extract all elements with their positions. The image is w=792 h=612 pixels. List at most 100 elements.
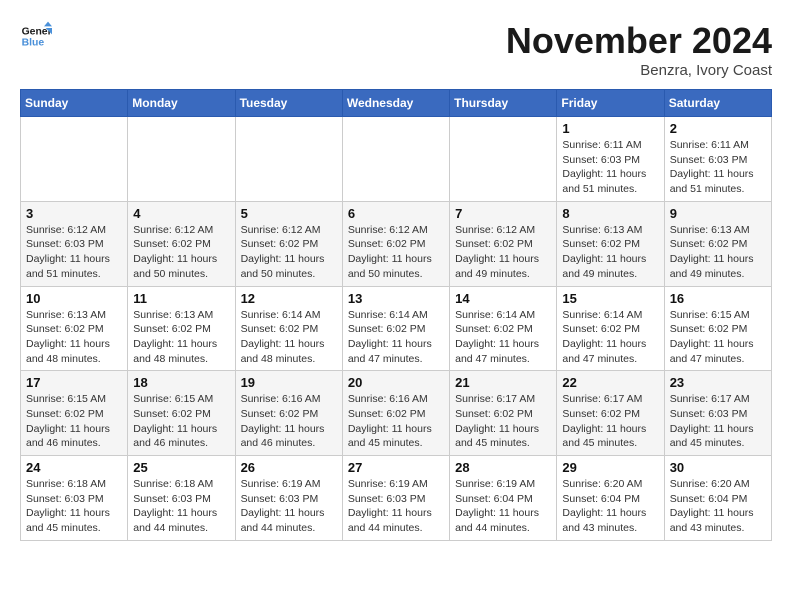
day-info: Sunrise: 6:17 AM Sunset: 6:02 PM Dayligh… — [562, 392, 658, 451]
day-header-tuesday: Tuesday — [235, 90, 342, 117]
day-info: Sunrise: 6:19 AM Sunset: 6:04 PM Dayligh… — [455, 477, 551, 536]
day-cell — [128, 117, 235, 202]
day-number: 21 — [455, 375, 551, 390]
week-row-1: 1 Sunrise: 6:11 AM Sunset: 6:03 PM Daylig… — [21, 117, 772, 202]
day-number: 27 — [348, 460, 444, 475]
day-cell: 13Sunrise: 6:14 AM Sunset: 6:02 PM Dayli… — [342, 286, 449, 371]
day-number: 17 — [26, 375, 122, 390]
day-cell: 8 Sunrise: 6:13 AM Sunset: 6:02 PM Daylig… — [557, 201, 664, 286]
day-cell: 6 Sunrise: 6:12 AM Sunset: 6:02 PM Daylig… — [342, 201, 449, 286]
logo-icon: General Blue — [20, 20, 52, 52]
header-row: SundayMondayTuesdayWednesdayThursdayFrid… — [21, 90, 772, 117]
day-info: Sunrise: 6:20 AM Sunset: 6:04 PM Dayligh… — [562, 477, 658, 536]
day-cell: 12 Sunrise: 6:14 AM Sunset: 6:02 PM Dayli… — [235, 286, 342, 371]
day-info: Sunrise: 6:15 AM Sunset: 6:02 PM Dayligh… — [133, 392, 229, 451]
day-number: 23 — [670, 375, 766, 390]
day-info: Sunrise: 6:15 AM Sunset: 6:02 PM Dayligh… — [670, 308, 766, 367]
day-number: 16 — [670, 291, 766, 306]
day-number: 29 — [562, 460, 658, 475]
day-cell: 23 Sunrise: 6:17 AM Sunset: 6:03 PM Dayli… — [664, 371, 771, 456]
location: Benzra, Ivory Coast — [506, 62, 772, 79]
day-header-sunday: Sunday — [21, 90, 128, 117]
day-info: Sunrise: 6:12 AM Sunset: 6:02 PM Dayligh… — [241, 223, 337, 282]
day-info: Sunrise: 6:17 AM Sunset: 6:02 PM Dayligh… — [455, 392, 551, 451]
day-info: Sunrise: 6:12 AM Sunset: 6:02 PM Dayligh… — [133, 223, 229, 282]
day-cell: 29 Sunrise: 6:20 AM Sunset: 6:04 PM Dayli… — [557, 456, 664, 541]
day-number: 3 — [26, 206, 122, 221]
day-number: 26 — [241, 460, 337, 475]
day-info: Sunrise: 6:14 AM Sunset: 6:02 PM Dayligh… — [562, 308, 658, 367]
week-row-4: 17 Sunrise: 6:15 AM Sunset: 6:02 PM Dayli… — [21, 371, 772, 456]
day-number: 1 — [562, 121, 658, 136]
day-info: Sunrise: 6:13 AM Sunset: 6:02 PM Dayligh… — [133, 308, 229, 367]
day-number: 22 — [562, 375, 658, 390]
day-number: 4 — [133, 206, 229, 221]
day-info: Sunrise: 6:15 AM Sunset: 6:02 PM Dayligh… — [26, 392, 122, 451]
day-number: 8 — [562, 206, 658, 221]
day-number: 25 — [133, 460, 229, 475]
day-header-friday: Friday — [557, 90, 664, 117]
day-number: 24 — [26, 460, 122, 475]
day-info: Sunrise: 6:12 AM Sunset: 6:02 PM Dayligh… — [348, 223, 444, 282]
day-cell: 10 Sunrise: 6:13 AM Sunset: 6:02 PM Dayli… — [21, 286, 128, 371]
day-cell: 30Sunrise: 6:20 AM Sunset: 6:04 PM Dayli… — [664, 456, 771, 541]
day-number: 14 — [455, 291, 551, 306]
day-cell: 15 Sunrise: 6:14 AM Sunset: 6:02 PM Dayli… — [557, 286, 664, 371]
month-title: November 2024 — [506, 20, 772, 62]
day-number: 2 — [670, 121, 766, 136]
day-number: 28 — [455, 460, 551, 475]
day-info: Sunrise: 6:16 AM Sunset: 6:02 PM Dayligh… — [241, 392, 337, 451]
day-info: Sunrise: 6:14 AM Sunset: 6:02 PM Dayligh… — [241, 308, 337, 367]
day-cell — [342, 117, 449, 202]
day-cell: 4 Sunrise: 6:12 AM Sunset: 6:02 PM Daylig… — [128, 201, 235, 286]
day-cell: 11 Sunrise: 6:13 AM Sunset: 6:02 PM Dayli… — [128, 286, 235, 371]
day-info: Sunrise: 6:17 AM Sunset: 6:03 PM Dayligh… — [670, 392, 766, 451]
logo: General Blue — [20, 20, 52, 52]
week-row-3: 10 Sunrise: 6:13 AM Sunset: 6:02 PM Dayli… — [21, 286, 772, 371]
day-cell: 9 Sunrise: 6:13 AM Sunset: 6:02 PM Daylig… — [664, 201, 771, 286]
day-cell: 5 Sunrise: 6:12 AM Sunset: 6:02 PM Daylig… — [235, 201, 342, 286]
day-cell: 21 Sunrise: 6:17 AM Sunset: 6:02 PM Dayli… — [450, 371, 557, 456]
week-row-5: 24 Sunrise: 6:18 AM Sunset: 6:03 PM Dayli… — [21, 456, 772, 541]
day-cell: 3Sunrise: 6:12 AM Sunset: 6:03 PM Daylig… — [21, 201, 128, 286]
day-number: 10 — [26, 291, 122, 306]
day-cell: 14 Sunrise: 6:14 AM Sunset: 6:02 PM Dayli… — [450, 286, 557, 371]
day-number: 6 — [348, 206, 444, 221]
day-info: Sunrise: 6:13 AM Sunset: 6:02 PM Dayligh… — [562, 223, 658, 282]
day-number: 15 — [562, 291, 658, 306]
day-number: 13 — [348, 291, 444, 306]
svg-text:Blue: Blue — [22, 38, 45, 49]
day-info: Sunrise: 6:14 AM Sunset: 6:02 PM Dayligh… — [455, 308, 551, 367]
day-cell: 1 Sunrise: 6:11 AM Sunset: 6:03 PM Daylig… — [557, 117, 664, 202]
day-cell: 28 Sunrise: 6:19 AM Sunset: 6:04 PM Dayli… — [450, 456, 557, 541]
day-cell: 25 Sunrise: 6:18 AM Sunset: 6:03 PM Dayli… — [128, 456, 235, 541]
day-cell: 24 Sunrise: 6:18 AM Sunset: 6:03 PM Dayli… — [21, 456, 128, 541]
day-cell — [21, 117, 128, 202]
day-cell — [235, 117, 342, 202]
day-number: 20 — [348, 375, 444, 390]
day-number: 11 — [133, 291, 229, 306]
day-cell: 18Sunrise: 6:15 AM Sunset: 6:02 PM Dayli… — [128, 371, 235, 456]
day-cell: 26Sunrise: 6:19 AM Sunset: 6:03 PM Dayli… — [235, 456, 342, 541]
day-header-wednesday: Wednesday — [342, 90, 449, 117]
day-info: Sunrise: 6:11 AM Sunset: 6:03 PM Dayligh… — [670, 138, 766, 197]
day-number: 19 — [241, 375, 337, 390]
day-cell: 2 Sunrise: 6:11 AM Sunset: 6:03 PM Daylig… — [664, 117, 771, 202]
day-number: 7 — [455, 206, 551, 221]
day-number: 12 — [241, 291, 337, 306]
day-info: Sunrise: 6:18 AM Sunset: 6:03 PM Dayligh… — [26, 477, 122, 536]
day-number: 9 — [670, 206, 766, 221]
day-number: 5 — [241, 206, 337, 221]
title-area: November 2024 Benzra, Ivory Coast — [506, 20, 772, 79]
day-cell: 19 Sunrise: 6:16 AM Sunset: 6:02 PM Dayli… — [235, 371, 342, 456]
day-header-saturday: Saturday — [664, 90, 771, 117]
day-info: Sunrise: 6:13 AM Sunset: 6:02 PM Dayligh… — [26, 308, 122, 367]
day-info: Sunrise: 6:11 AM Sunset: 6:03 PM Dayligh… — [562, 138, 658, 197]
day-info: Sunrise: 6:18 AM Sunset: 6:03 PM Dayligh… — [133, 477, 229, 536]
day-cell: 16 Sunrise: 6:15 AM Sunset: 6:02 PM Dayli… — [664, 286, 771, 371]
day-info: Sunrise: 6:20 AM Sunset: 6:04 PM Dayligh… — [670, 477, 766, 536]
day-cell: 22 Sunrise: 6:17 AM Sunset: 6:02 PM Dayli… — [557, 371, 664, 456]
day-cell: 27Sunrise: 6:19 AM Sunset: 6:03 PM Dayli… — [342, 456, 449, 541]
day-info: Sunrise: 6:13 AM Sunset: 6:02 PM Dayligh… — [670, 223, 766, 282]
day-info: Sunrise: 6:12 AM Sunset: 6:02 PM Dayligh… — [455, 223, 551, 282]
